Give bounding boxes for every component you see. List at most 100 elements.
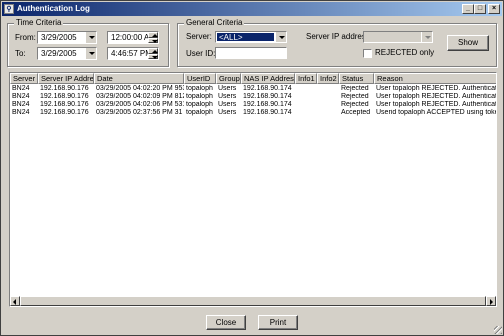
user-id-label: User ID: xyxy=(186,49,216,58)
to-date-value: 3/29/2005 xyxy=(41,49,77,58)
cell-info1 xyxy=(295,109,317,117)
rejected-only-label[interactable]: REJECTED only xyxy=(375,48,434,58)
from-date-dropdown-button[interactable] xyxy=(85,32,96,43)
col-header-nas-ip[interactable]: NAS IP Address xyxy=(241,73,295,84)
chevron-down-icon xyxy=(279,36,285,39)
cell-date: 03/29/2005 02:37:56 PM 31 xyxy=(96,109,183,116)
to-time-spinner[interactable] xyxy=(148,48,158,59)
arrow-down-icon xyxy=(152,55,158,59)
table-header: Server Server IP Address Date UserID Gro… xyxy=(10,73,496,84)
window-title: Authentication Log xyxy=(17,4,90,13)
cell-userid: topaloph xyxy=(186,93,213,100)
col-header-server-ip[interactable]: Server IP Address xyxy=(38,73,94,84)
cell-date: 03/29/2005 04:02:09 PM 812 xyxy=(96,93,184,100)
col-header-date[interactable]: Date xyxy=(94,73,184,84)
cell-group: Users xyxy=(218,101,237,108)
table-row[interactable]: BN24 192.168.90.176 03/29/2005 04:02:09 … xyxy=(10,93,496,101)
from-time-down-button[interactable] xyxy=(148,37,158,43)
general-criteria-title: General Criteria xyxy=(184,18,245,28)
server-selected-value: <ALL> xyxy=(217,33,274,42)
cell-info2 xyxy=(317,93,339,101)
server-label: Server: xyxy=(186,32,212,41)
col-header-server[interactable]: Server xyxy=(10,73,38,84)
from-label: From: xyxy=(15,33,36,42)
to-time-down-button[interactable] xyxy=(148,53,158,59)
close-button[interactable]: Close xyxy=(206,315,246,330)
title-bar[interactable]: ⚲ Authentication Log _ □ × xyxy=(2,2,502,16)
minimize-icon: _ xyxy=(466,5,470,12)
cell-reason: User topaloph REJECTED. Authentication m xyxy=(376,101,496,108)
arrow-left-icon xyxy=(13,299,16,305)
cell-status: Rejected xyxy=(341,93,369,100)
chevron-down-icon xyxy=(425,36,431,39)
cell-reason: Userid topaloph ACCEPTED using token 07 xyxy=(376,109,496,116)
from-date-value: 3/29/2005 xyxy=(41,33,77,42)
server-dropdown-button[interactable] xyxy=(275,32,286,42)
time-criteria-title: Time Criteria xyxy=(14,18,64,28)
cell-info2 xyxy=(317,101,339,109)
to-label: To: xyxy=(15,49,26,58)
scroll-thumb[interactable] xyxy=(20,296,486,306)
chevron-down-icon xyxy=(89,52,95,55)
user-id-input[interactable] xyxy=(215,47,287,59)
cell-group: Users xyxy=(218,85,237,92)
cell-nas-ip: 192.168.90.174 xyxy=(243,109,292,116)
arrow-right-icon xyxy=(490,299,493,305)
server-ip-select[interactable] xyxy=(363,31,433,43)
table-row[interactable]: BN24 192.168.90.176 03/29/2005 02:37:56 … xyxy=(10,109,496,117)
maximize-button[interactable]: □ xyxy=(474,4,486,14)
cell-server: BN24 xyxy=(12,109,30,116)
show-button[interactable]: Show xyxy=(447,35,489,51)
cell-reason: User topaloph REJECTED. Authentication m xyxy=(376,85,496,92)
cell-info2 xyxy=(317,109,339,117)
minimize-button[interactable]: _ xyxy=(462,4,474,14)
cell-status: Rejected xyxy=(341,85,369,92)
print-button[interactable]: Print xyxy=(258,315,298,330)
table-row[interactable]: BN24 192.168.90.176 03/29/2005 04:02:20 … xyxy=(10,85,496,93)
cell-server: BN24 xyxy=(12,101,30,108)
close-window-button[interactable]: × xyxy=(488,4,500,14)
chevron-down-icon xyxy=(89,36,95,39)
resize-grip-icon[interactable] xyxy=(494,326,502,334)
rejected-only-checkbox[interactable] xyxy=(363,49,372,58)
to-time-field[interactable]: 4:46:57 PM xyxy=(107,47,159,60)
horizontal-scrollbar[interactable] xyxy=(10,296,496,306)
scroll-left-button[interactable] xyxy=(10,296,20,306)
col-header-userid[interactable]: UserID xyxy=(184,73,216,84)
col-header-status[interactable]: Status xyxy=(339,73,374,84)
to-date-picker[interactable]: 3/29/2005 xyxy=(37,47,97,60)
cell-date: 03/29/2005 04:02:20 PM 953 xyxy=(96,85,184,92)
cell-status: Rejected xyxy=(341,101,369,108)
cell-nas-ip: 192.168.90.174 xyxy=(243,85,292,92)
cell-info1 xyxy=(295,101,317,109)
cell-userid: topaloph xyxy=(186,109,213,116)
cell-status: Accepted xyxy=(341,109,371,116)
from-date-picker[interactable]: 3/29/2005 xyxy=(37,31,97,44)
col-header-reason[interactable]: Reason xyxy=(374,73,496,84)
server-ip-dropdown-button[interactable] xyxy=(421,32,432,42)
cell-group: Users xyxy=(218,109,237,116)
cell-date: 03/29/2005 04:02:06 PM 531 xyxy=(96,101,184,108)
scroll-right-button[interactable] xyxy=(486,296,496,306)
cell-server-ip: 192.168.90.176 xyxy=(40,85,89,92)
cell-server-ip: 192.168.90.176 xyxy=(40,109,89,116)
cell-group: Users xyxy=(218,93,237,100)
from-time-spinner[interactable] xyxy=(148,32,158,43)
cell-info1 xyxy=(295,93,317,101)
cell-reason: User topaloph REJECTED. Authentication m xyxy=(376,93,496,100)
maximize-icon: □ xyxy=(477,5,483,12)
cell-userid: topaloph xyxy=(186,101,213,108)
cell-info1 xyxy=(295,85,317,93)
to-date-dropdown-button[interactable] xyxy=(85,48,96,59)
table-row[interactable]: BN24 192.168.90.176 03/29/2005 04:02:06 … xyxy=(10,101,496,109)
col-header-info2[interactable]: Info2 xyxy=(317,73,339,84)
time-criteria-group: Time Criteria xyxy=(7,18,169,67)
cell-server-ip: 192.168.90.176 xyxy=(40,93,89,100)
from-time-field[interactable]: 12:00:00 AM xyxy=(107,31,159,44)
col-header-info1[interactable]: Info1 xyxy=(295,73,317,84)
results-table[interactable]: Server Server IP Address Date UserID Gro… xyxy=(9,72,497,307)
server-select[interactable]: <ALL> xyxy=(215,31,287,43)
authentication-log-window: ⚲ Authentication Log _ □ × Time Criteria… xyxy=(0,0,504,336)
col-header-group[interactable]: Group xyxy=(216,73,241,84)
cell-server: BN24 xyxy=(12,85,30,92)
